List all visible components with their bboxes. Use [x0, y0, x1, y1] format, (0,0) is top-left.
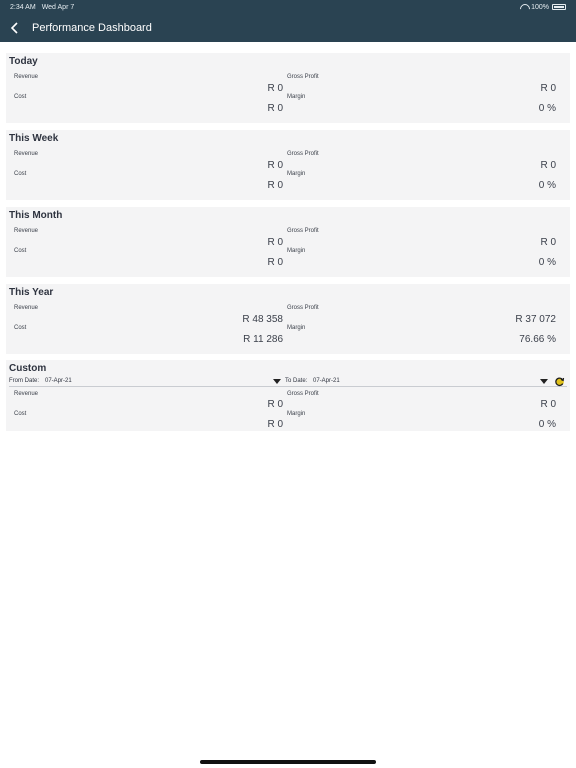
status-date: Wed Apr 7 [41, 3, 75, 11]
from-date-value[interactable]: 07-Apr-21 [45, 378, 72, 384]
revenue-label: Revenue [14, 305, 39, 311]
revenue-label: Revenue [14, 151, 39, 157]
revenue-value: R 0 [267, 160, 283, 171]
gross-profit-label: Gross Profit [287, 74, 319, 80]
revenue-value: R 48 358 [242, 314, 283, 325]
cost-value: R 0 [267, 419, 283, 430]
home-indicator[interactable] [200, 760, 376, 764]
from-date-label: From Date: [9, 378, 40, 384]
to-date-dropdown-icon[interactable] [540, 379, 548, 384]
to-date-value[interactable]: 07-Apr-21 [313, 378, 340, 384]
margin-label: Margin [287, 94, 306, 100]
status-bar: 2:34 AM Wed Apr 7 100% [0, 0, 576, 14]
gross-profit-label: Gross Profit [287, 228, 319, 234]
card-title: This Week [9, 133, 59, 144]
date-range-row: From Date: 07-Apr-21 To Date: 07-Apr-21 [9, 377, 567, 387]
gross-profit-label: Gross Profit [287, 305, 319, 311]
back-button[interactable] [0, 14, 28, 42]
card-this-week: This Week Revenue R 0 Cost R 0 Gross Pro… [6, 130, 570, 200]
refresh-icon[interactable] [554, 376, 565, 387]
margin-value: 0 % [538, 103, 556, 114]
to-date-label: To Date: [285, 378, 308, 384]
margin-value: 0 % [538, 257, 556, 268]
card-this-year: This Year Revenue R 48 358 Cost R 11 286… [6, 284, 570, 354]
cost-value: R 0 [267, 180, 283, 191]
card-this-month: This Month Revenue R 0 Cost R 0 Gross Pr… [6, 207, 570, 277]
cost-label: Cost [14, 325, 27, 331]
cost-label: Cost [14, 248, 27, 254]
chevron-left-icon [10, 22, 18, 34]
gross-profit-value: R 0 [540, 83, 556, 94]
revenue-value: R 0 [267, 237, 283, 248]
nav-bar: Performance Dashboard [0, 14, 576, 42]
card-custom: Custom From Date: 07-Apr-21 To Date: 07-… [6, 360, 570, 431]
margin-value: 0 % [538, 180, 556, 191]
revenue-label: Revenue [14, 228, 39, 234]
card-title: This Year [9, 287, 54, 298]
page-title: Performance Dashboard [32, 22, 152, 34]
gross-profit-label: Gross Profit [287, 151, 319, 157]
margin-label: Margin [287, 325, 306, 331]
status-time: 2:34 AM [10, 3, 36, 11]
cost-label: Cost [14, 411, 27, 417]
battery-percent: 100% [531, 3, 549, 11]
margin-label: Margin [287, 171, 306, 177]
cost-value: R 0 [267, 257, 283, 268]
gross-profit-value: R 0 [540, 399, 556, 410]
revenue-value: R 0 [267, 399, 283, 410]
margin-value: 76.66 % [519, 334, 556, 345]
card-title: Custom [9, 363, 47, 374]
revenue-label: Revenue [14, 391, 39, 397]
gross-profit-value: R 0 [540, 160, 556, 171]
cost-label: Cost [14, 94, 27, 100]
margin-label: Margin [287, 411, 306, 417]
cost-value: R 11 286 [243, 334, 283, 345]
from-date-dropdown-icon[interactable] [273, 379, 281, 384]
gross-profit-value: R 37 072 [515, 314, 556, 325]
revenue-label: Revenue [14, 74, 39, 80]
gross-profit-label: Gross Profit [287, 391, 319, 397]
margin-value: 0 % [538, 419, 556, 430]
revenue-value: R 0 [267, 83, 283, 94]
cost-label: Cost [14, 171, 27, 177]
gross-profit-value: R 0 [540, 237, 556, 248]
cost-value: R 0 [267, 103, 283, 114]
card-title: This Month [9, 210, 63, 221]
card-title: Today [9, 56, 38, 67]
wifi-icon [520, 4, 528, 10]
battery-icon [552, 4, 566, 10]
card-today: Today Revenue R 0 Cost R 0 Gross Profit … [6, 53, 570, 123]
margin-label: Margin [287, 248, 306, 254]
